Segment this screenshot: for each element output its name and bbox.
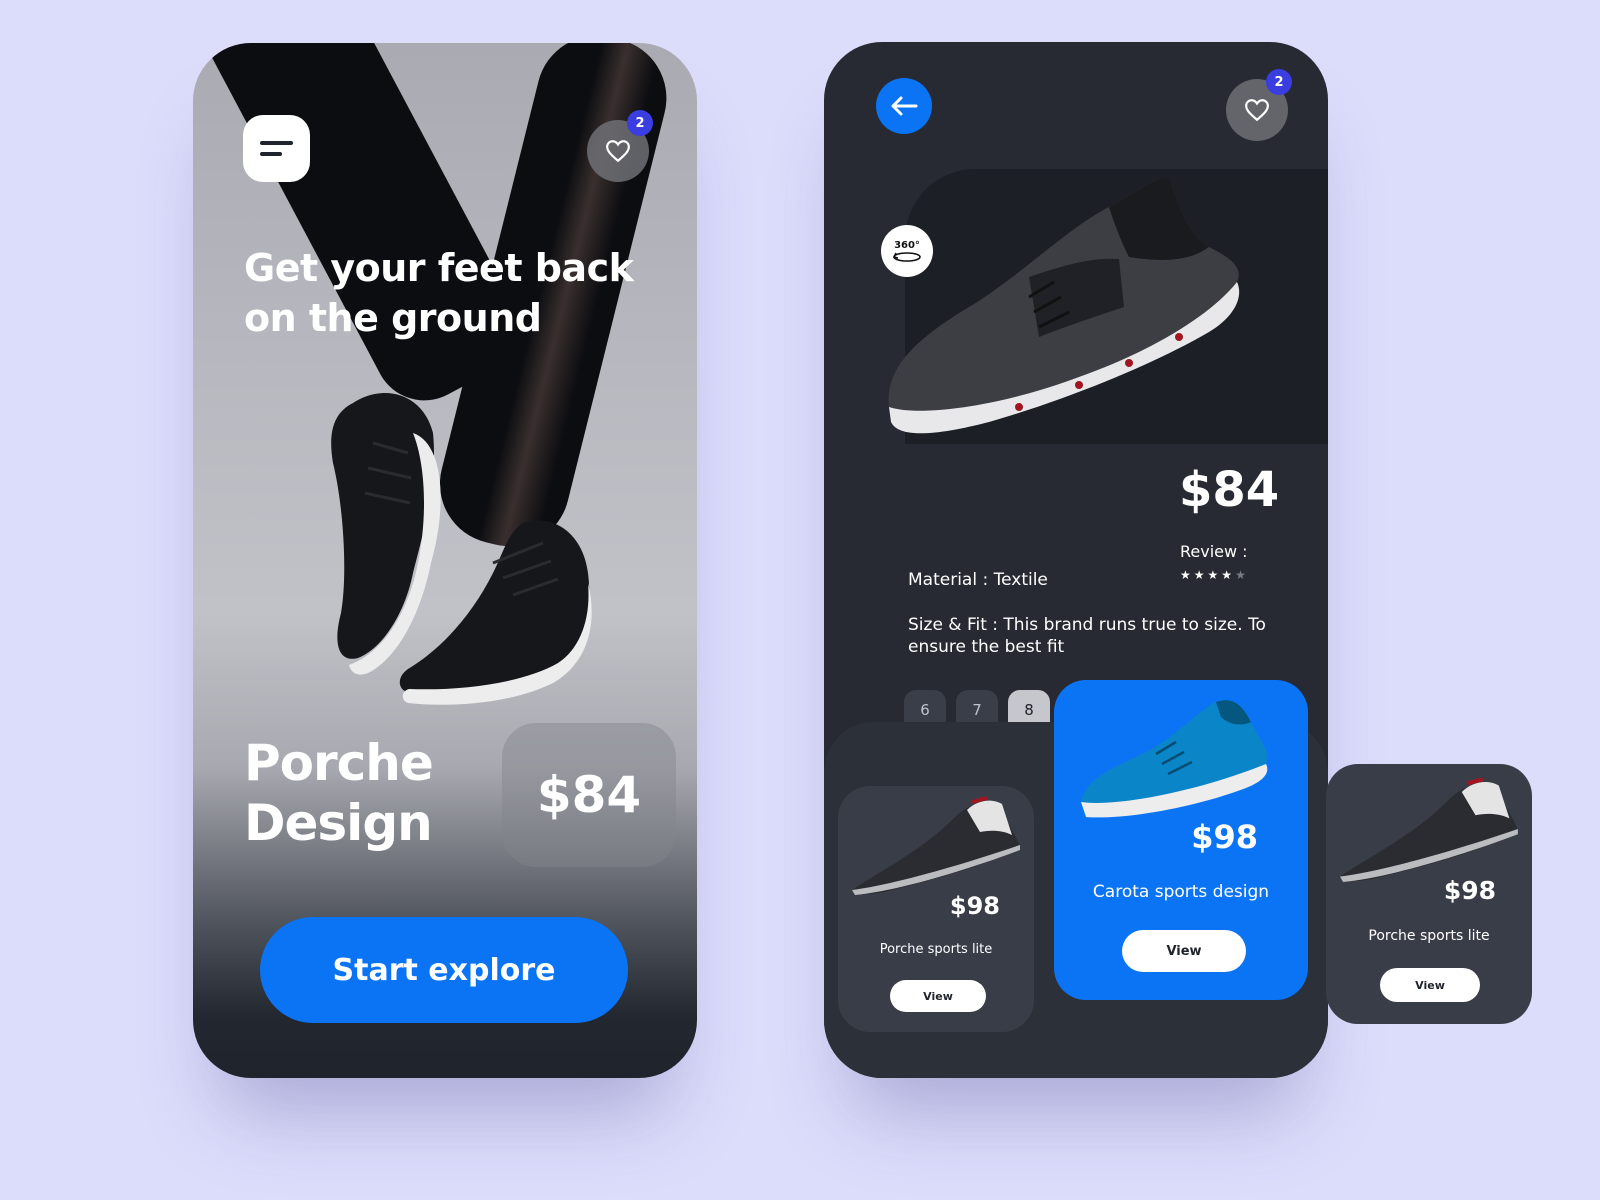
product-price: $84 (1179, 462, 1280, 518)
favorites-button[interactable]: 2 (587, 110, 653, 182)
star-icon: ★ (1193, 568, 1208, 582)
product-card-porche-sports-lite[interactable]: $98 Porche sports lite View (838, 786, 1034, 1032)
star-empty-icon: ★ (1235, 568, 1249, 582)
star-icon: ★ (1180, 568, 1194, 582)
heart-icon (1245, 99, 1269, 122)
star-icon: ★ (1207, 568, 1222, 582)
hero-sneakers-image (331, 393, 592, 705)
card-title: Porche sports lite (879, 942, 993, 957)
card-view-button[interactable]: View (1122, 930, 1246, 972)
favorites-count-badge: 2 (627, 110, 653, 136)
arrow-left-icon (891, 96, 918, 116)
card-view-button[interactable]: View (890, 980, 986, 1012)
material-text: Material : Textile (908, 570, 1048, 590)
back-button[interactable] (876, 78, 932, 134)
product-card-porche-sports-lite[interactable]: $98 Porche sports lite View (1326, 764, 1532, 1024)
rating-stars: ★★★★★ (1180, 568, 1249, 582)
start-explore-button[interactable]: Start explore (260, 917, 628, 1023)
favorites-count-badge: 2 (1266, 69, 1292, 95)
product-card-carota-sports-design[interactable]: $98 Carota sports design View (1054, 680, 1308, 1000)
heart-icon (606, 140, 630, 163)
hero-headline: Get your feet back on the ground (244, 246, 634, 340)
card-sneaker-image (1081, 700, 1268, 818)
menu-icon-line (260, 152, 282, 156)
star-icon: ★ (1221, 568, 1236, 582)
product-name: Porche Design (244, 734, 434, 852)
rotate-360-button[interactable]: 360° (881, 225, 933, 277)
product-price: $84 (502, 723, 676, 867)
onboarding-screen: 2 Get your feet back on the ground Porch… (193, 43, 697, 1078)
menu-button[interactable] (243, 115, 310, 182)
menu-icon-line (260, 141, 293, 145)
rotate-label: 360° (894, 239, 920, 251)
card-price: $98 (949, 892, 1000, 920)
favorites-button[interactable]: 2 (1226, 69, 1292, 141)
review-label: Review : (1180, 542, 1248, 561)
size-fit-text: Size & Fit : This brand runs true to siz… (908, 615, 1266, 657)
product-sneaker-image (888, 177, 1240, 434)
card-price: $98 (1191, 818, 1258, 856)
card-view-button[interactable]: View (1380, 968, 1480, 1002)
card-sneaker-image (1340, 777, 1518, 882)
rotate-icon (892, 251, 921, 262)
card-sneaker-image (852, 796, 1020, 895)
card-title: Carota sports design (1092, 882, 1270, 902)
card-price: $98 (1443, 876, 1496, 905)
card-title: Porche sports lite (1368, 928, 1490, 944)
